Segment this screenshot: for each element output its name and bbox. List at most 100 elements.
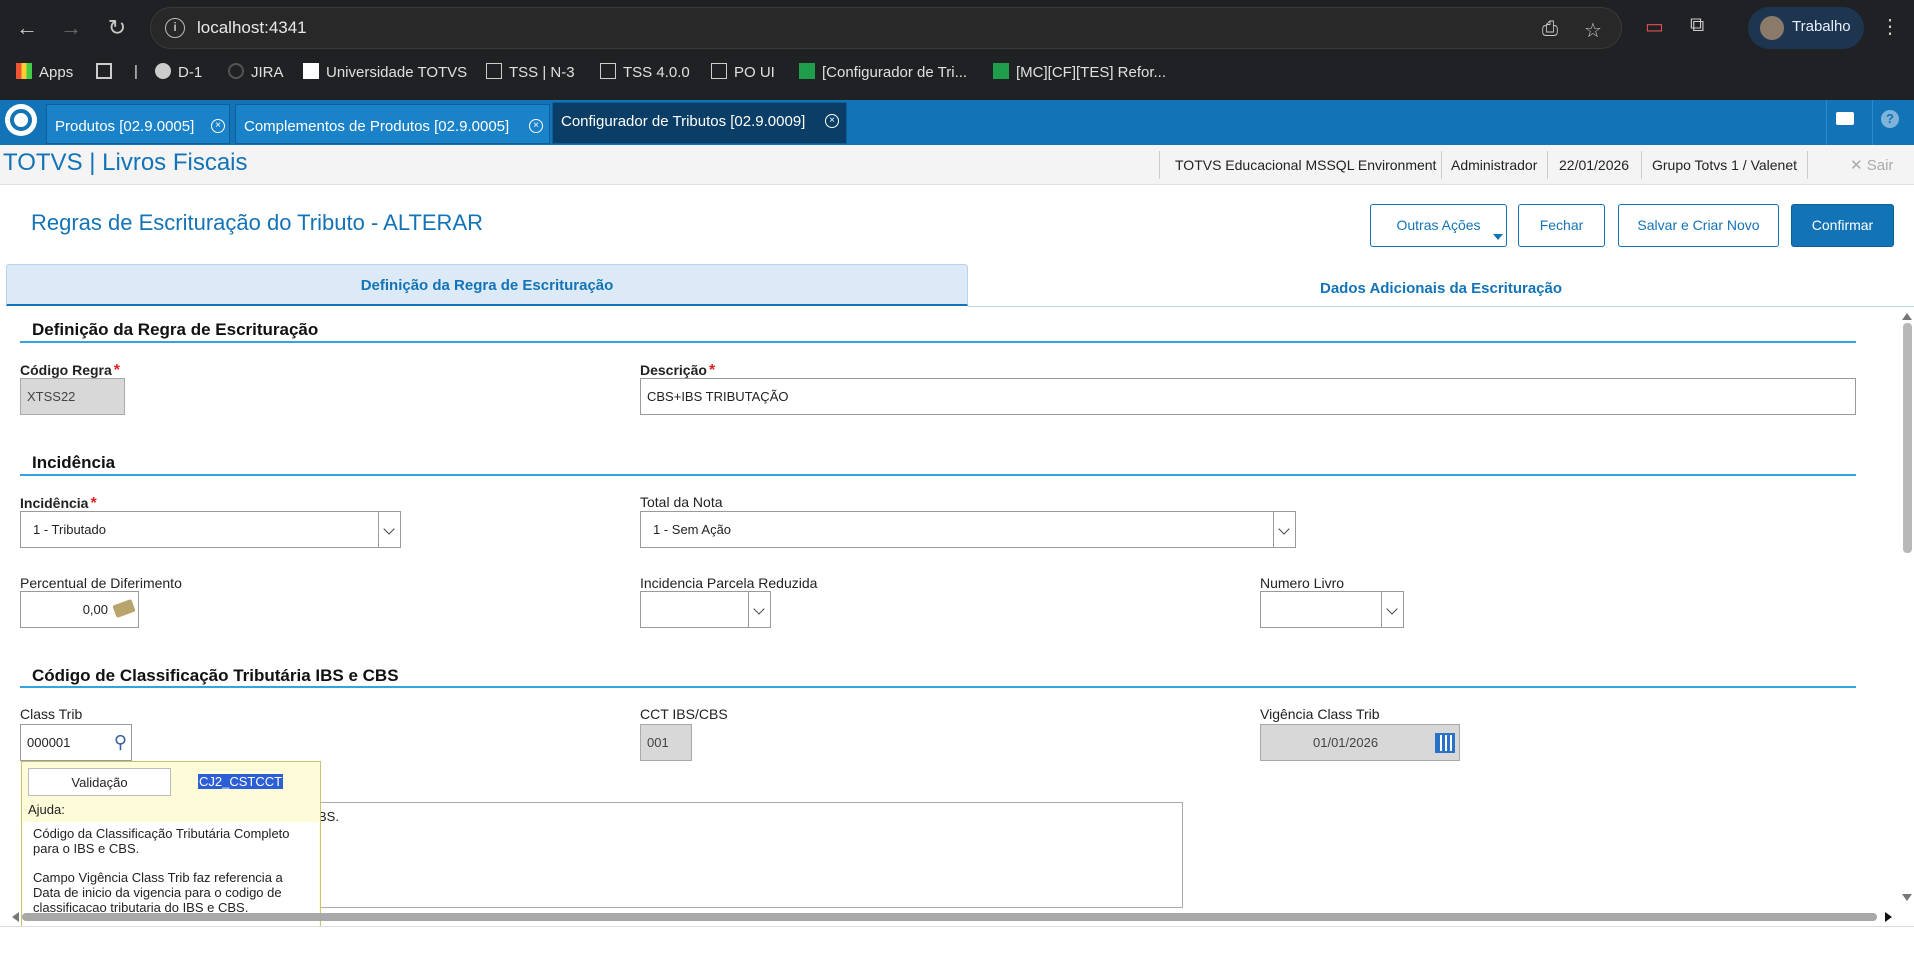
vigencia-date-field[interactable]: 01/01/2026 <box>1260 724 1460 761</box>
bookmark-mc-cf-tes[interactable]: [MC][CF][TES] Refor... <box>993 63 1166 81</box>
bookmark-star-icon[interactable]: ☆ <box>1584 18 1602 43</box>
numero-livro-label: Numero Livro <box>1260 575 1345 591</box>
bookmark-tss-n3[interactable]: TSS | N-3 <box>486 63 575 81</box>
close-tab-icon[interactable]: × <box>211 119 225 133</box>
confirmar-button[interactable]: Confirmar <box>1791 204 1894 247</box>
close-tab-icon[interactable]: × <box>825 114 839 128</box>
folder-icon <box>600 63 616 79</box>
scroll-right-icon[interactable] <box>1885 912 1892 922</box>
calendar-icon[interactable] <box>1435 733 1455 753</box>
cast-icon[interactable]: ▭ <box>1645 14 1664 39</box>
totvs-logo-icon[interactable] <box>5 104 37 136</box>
bookmark-tss-400[interactable]: TSS 4.0.0 <box>600 63 690 81</box>
site-info-icon[interactable]: i <box>165 18 185 38</box>
reload-icon[interactable]: ↻ <box>101 12 133 44</box>
chevron-down-icon[interactable] <box>1273 512 1295 547</box>
parcela-reduzida-label: Incidencia Parcela Reduzida <box>640 575 818 591</box>
header-divider <box>1159 151 1160 179</box>
numero-livro-select[interactable] <box>1260 591 1404 628</box>
bookmark-apps[interactable]: Apps <box>16 63 73 81</box>
section-title-incidencia: Incidência <box>32 453 116 472</box>
total-nota-select[interactable]: 1 - Sem Ação <box>640 511 1296 548</box>
bookmark-configurador[interactable]: [Configurador de Tri... <box>799 63 967 81</box>
percentual-label: Percentual de Diferimento <box>20 575 182 591</box>
help-icon: ? <box>1881 110 1899 128</box>
app-title: TOTVS | Livros Fiscais <box>3 149 248 176</box>
user-label: Administrador <box>1451 157 1538 173</box>
profile-button[interactable]: Trabalho <box>1748 7 1864 49</box>
ajuda-label: Ajuda: <box>28 802 65 817</box>
sheets-icon <box>993 63 1009 79</box>
class-trib-label: Class Trib <box>20 706 83 722</box>
grid-icon <box>96 63 112 79</box>
cct-label: CCT IBS/CBS <box>640 706 728 722</box>
search-icon[interactable]: ⚲ <box>114 732 127 752</box>
install-app-icon[interactable]: ⎙ <box>1542 18 1558 41</box>
mail-icon <box>1836 112 1854 125</box>
help-paragraph: Código da Classificação Tributária Compl… <box>33 826 290 856</box>
codigo-regra-field[interactable]: XTSS22 <box>20 378 125 415</box>
salvar-criar-novo-button[interactable]: Salvar e Criar Novo <box>1618 204 1779 247</box>
chevron-down-icon[interactable] <box>748 592 770 627</box>
fechar-button[interactable]: Fechar <box>1518 204 1605 247</box>
extensions-icon[interactable]: ⧉ <box>1690 14 1704 37</box>
scroll-left-icon[interactable] <box>12 912 19 922</box>
menu-kebab-icon[interactable]: ⋮ <box>1880 14 1900 39</box>
chevron-down-icon[interactable] <box>378 512 400 547</box>
profile-name: Trabalho <box>1792 18 1851 35</box>
bookmark-jira[interactable]: JIRA <box>228 63 284 81</box>
avatar <box>1760 16 1784 40</box>
company-label: Grupo Totvs 1 / Valenet <box>1652 157 1798 173</box>
back-icon[interactable]: ← <box>11 12 43 44</box>
apps-grid-icon <box>16 63 32 79</box>
scroll-thumb[interactable] <box>22 913 1877 921</box>
percentual-input[interactable]: 0,00 <box>20 591 139 628</box>
scroll-thumb[interactable] <box>1903 323 1912 553</box>
bookmark-po-ui[interactable]: PO UI <box>711 63 775 81</box>
date-label: 22/01/2026 <box>1559 157 1630 173</box>
tab-complementos[interactable]: Complementos de Produtos [02.9.0005] × <box>235 104 550 144</box>
logout-button[interactable]: ✕ Sair <box>1850 156 1893 174</box>
section-title-definicao: Definição da Regra de Escrituração <box>32 320 319 339</box>
header-divider <box>1807 151 1808 179</box>
incidencia-select[interactable]: 1 - Tributado <box>20 511 401 548</box>
vigencia-label: Vigência Class Trib <box>1260 706 1380 722</box>
tab-divider <box>968 306 1914 307</box>
scroll-down-icon[interactable] <box>1902 894 1912 901</box>
scroll-up-icon[interactable] <box>1902 313 1912 320</box>
chevron-down-icon[interactable] <box>1381 592 1403 627</box>
folder-icon <box>711 63 727 79</box>
folder-icon <box>486 63 502 79</box>
field-code: CJ2_CSTCCT <box>198 774 284 789</box>
outras-acoes-button[interactable]: Outras Ações <box>1370 204 1507 247</box>
required-star: * <box>708 362 716 379</box>
tab-configurador[interactable]: Configurador de Tributos [02.9.0009] × <box>552 102 847 144</box>
total-nota-label: Total da Nota <box>640 494 723 510</box>
horizontal-scrollbar[interactable] <box>12 910 1892 924</box>
cct-field[interactable]: 001 <box>640 724 692 761</box>
class-trib-input[interactable]: 000001 ⚲ <box>20 724 132 761</box>
tab-produtos[interactable]: Produtos [02.9.0005] × <box>46 104 230 144</box>
tab-definicao-regra[interactable]: Definição da Regra de Escrituração <box>6 264 968 306</box>
observacao-textarea[interactable]: BS. <box>313 802 1183 908</box>
bookmark-d1[interactable]: D-1 <box>155 63 202 81</box>
vertical-scrollbar[interactable] <box>1899 313 1914 908</box>
url-text: localhost:4341 <box>197 18 307 37</box>
descricao-input[interactable]: CBS+IBS TRIBUTAÇÃO <box>640 378 1856 415</box>
environment-label: TOTVS Educacional MSSQL Environment <box>1175 157 1437 173</box>
sheets-icon <box>799 63 815 79</box>
tab-dados-adicionais[interactable]: Dados Adicionais da Escrituração <box>968 268 1914 310</box>
forward-icon[interactable]: → <box>55 12 87 44</box>
calculator-icon[interactable] <box>112 598 136 619</box>
separator-icon: | <box>134 63 138 80</box>
bookmark-tab-groups[interactable] <box>96 63 119 81</box>
section-divider <box>20 686 1856 688</box>
parcela-reduzida-select[interactable] <box>640 591 771 628</box>
close-tab-icon[interactable]: × <box>529 119 543 133</box>
required-star: * <box>90 495 97 512</box>
bookmark-universidade[interactable]: Universidade TOTVS <box>303 63 467 81</box>
section-title-classificacao: Código de Classificação Tributária IBS e… <box>32 666 399 685</box>
validacao-button[interactable]: Validação <box>28 768 171 796</box>
status-bar <box>0 926 1914 967</box>
address-bar[interactable]: i localhost:4341 ⎙ ☆ <box>150 7 1622 49</box>
